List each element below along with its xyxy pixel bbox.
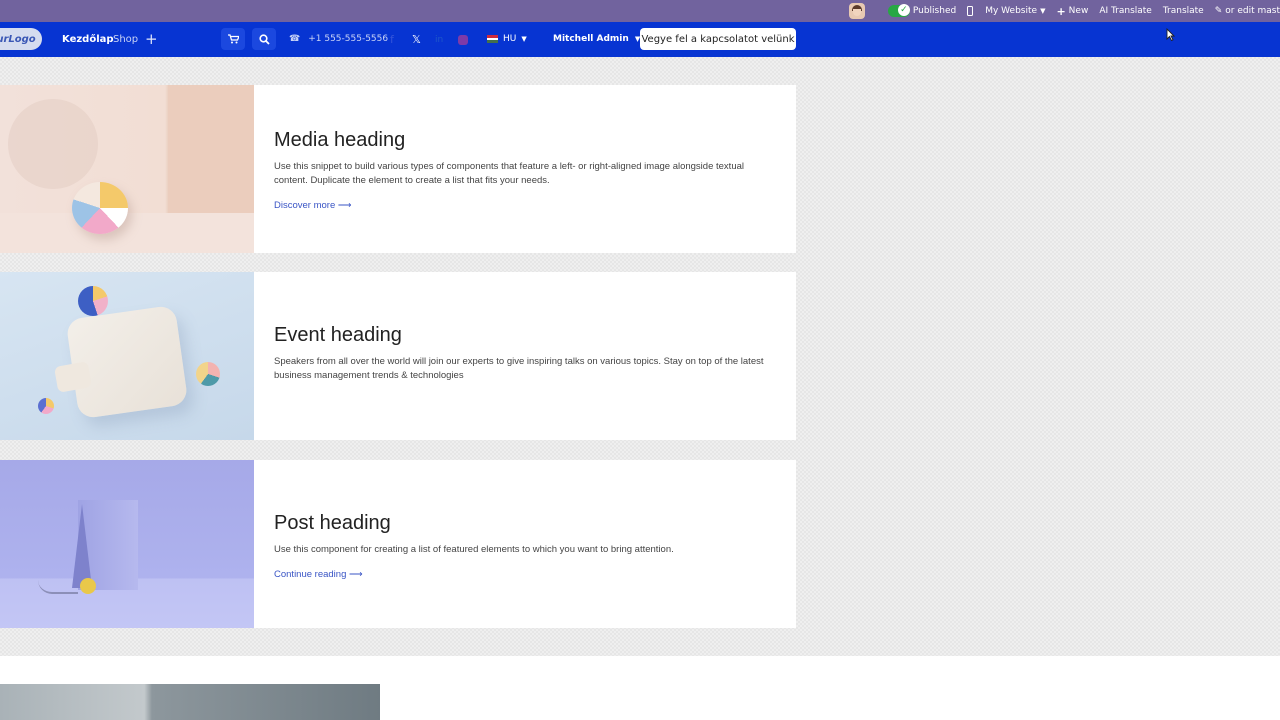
language-selector[interactable]: HU ▼ (487, 34, 527, 44)
user-menu[interactable]: Mitchell Admin ▼ (553, 34, 640, 44)
instagram-icon[interactable] (458, 35, 468, 48)
continue-reading-link[interactable]: Continue reading ⟶ (274, 569, 363, 580)
admin-bar: Published My Website ▼ + New AI Translat… (0, 0, 1280, 22)
section-image[interactable] (0, 684, 380, 720)
discover-more-link[interactable]: Discover more ⟶ (274, 200, 352, 211)
card-heading: Event heading (274, 324, 402, 346)
published-toggle[interactable]: Published (887, 4, 957, 17)
event-card: Event heading Speakers from all over the… (0, 272, 796, 440)
new-label: New (1068, 6, 1089, 16)
pencil-icon: ✎ (1214, 6, 1223, 16)
mobile-preview-icon[interactable] (967, 6, 974, 16)
event-image[interactable] (0, 272, 254, 440)
nav-shop-link[interactable]: Shop (113, 34, 138, 45)
phone-icon: ☎ (289, 34, 301, 44)
card-body: Use this component for creating a list o… (274, 544, 674, 555)
card-body: Speakers from all over the world will jo… (274, 356, 764, 381)
next-section (0, 656, 1280, 720)
language-code: HU (503, 34, 517, 44)
published-label: Published (912, 6, 957, 16)
website-label: My Website (985, 6, 1038, 16)
card-heading: Media heading (274, 129, 406, 151)
hungarian-flag-icon (487, 35, 498, 44)
card-heading: Post heading (274, 512, 391, 534)
linkedin-icon[interactable]: in (435, 35, 443, 45)
user-name: Mitchell Admin (553, 34, 629, 44)
edit-label: or edit mast (1225, 6, 1280, 16)
website-switcher[interactable]: My Website ▼ (967, 6, 1045, 16)
x-twitter-icon[interactable]: 𝕏 (412, 33, 421, 46)
add-menu-icon[interactable]: + (145, 30, 158, 48)
arrow-right-icon: ⟶ (337, 200, 352, 211)
nav-home-link[interactable]: Kezdőlap (62, 34, 114, 45)
site-logo[interactable]: urLogo (0, 28, 42, 50)
search-icon (258, 33, 270, 45)
caret-down-icon: ▼ (1040, 7, 1046, 15)
mouse-cursor-icon (1166, 28, 1175, 41)
translate-button[interactable]: Translate (1163, 6, 1204, 16)
edit-button[interactable]: ✎ or edit mast (1215, 6, 1280, 16)
ai-translate-button[interactable]: AI Translate (1099, 6, 1152, 16)
website-navbar: urLogo Kezdőlap Shop + ☎ +1 555-555-5556… (0, 22, 1280, 57)
cart-icon (227, 34, 239, 44)
media-image[interactable] (0, 85, 254, 253)
cart-button[interactable] (221, 28, 245, 50)
user-avatar[interactable] (848, 3, 865, 19)
phone-number: +1 555-555-5556 (308, 34, 389, 44)
media-list-section: Media heading Use this snippet to build … (0, 57, 1280, 656)
contact-us-button[interactable]: Vegye fel a kapcsolatot velünk (640, 28, 796, 50)
phone-link[interactable]: ☎ +1 555-555-5556 (289, 34, 388, 44)
ai-translate-label: AI Translate (1099, 6, 1152, 16)
beach-ball-image (72, 182, 128, 234)
post-image[interactable] (0, 460, 254, 628)
caret-down-icon: ▼ (521, 35, 527, 43)
media-card: Media heading Use this snippet to build … (0, 85, 796, 253)
search-button[interactable] (252, 28, 276, 50)
translate-label: Translate (1162, 6, 1204, 16)
facebook-icon[interactable]: f (390, 33, 394, 46)
plus-icon: + (1056, 4, 1066, 18)
arrow-right-icon: ⟶ (349, 569, 363, 580)
card-body: Use this snippet to build various types … (274, 161, 744, 186)
new-button[interactable]: + New (1056, 5, 1088, 18)
toggle-icon (887, 4, 910, 17)
post-card: Post heading Use this component for crea… (0, 460, 796, 628)
